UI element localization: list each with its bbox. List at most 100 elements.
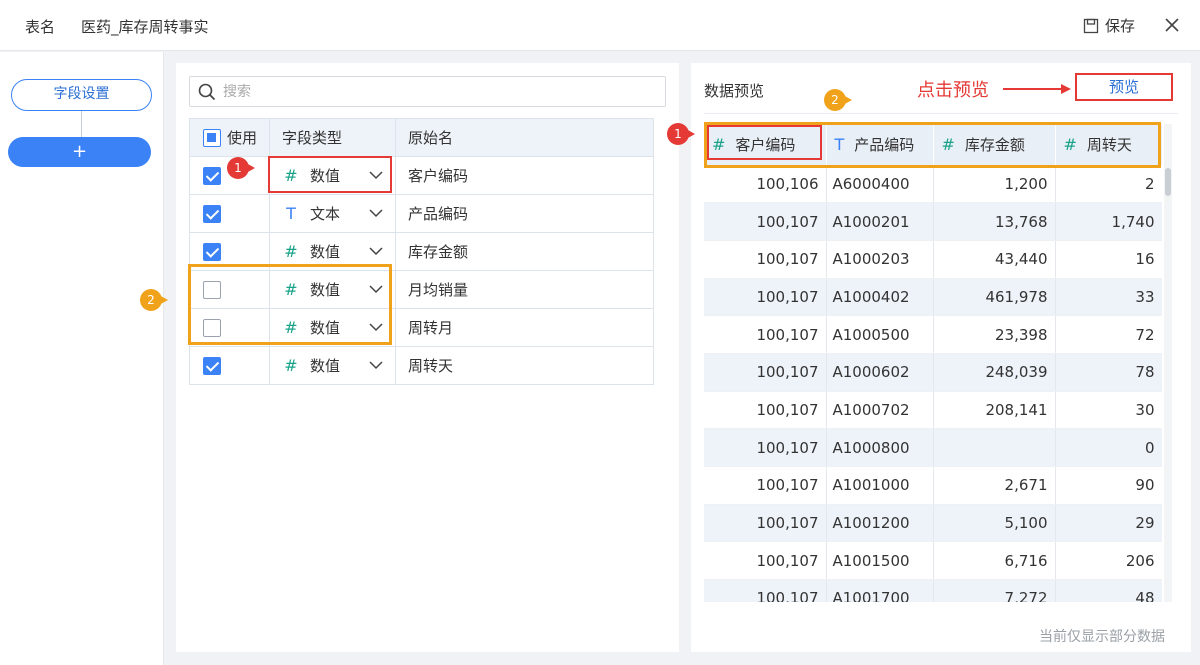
number-icon: # [284, 242, 298, 261]
use-checkbox[interactable] [203, 280, 221, 299]
number-icon: # [284, 318, 298, 337]
use-column-header: 使用 [189, 118, 270, 157]
arrow-right-icon [1003, 84, 1071, 94]
preview-column-header[interactable]: # 周转天 [1055, 124, 1162, 165]
use-checkbox[interactable] [203, 204, 221, 223]
preview-row: 100,107 A1000800 0 [704, 428, 1162, 467]
field-type-label: 数值 [310, 319, 341, 337]
top-bar: 表名 医药_库存周转事实 保存 [0, 0, 1200, 51]
chevron-down-icon [369, 285, 383, 294]
preview-cell: 30 [1055, 391, 1162, 430]
original-name-cell: 产品编码 [395, 194, 654, 233]
preview-cell: 0 [1055, 428, 1162, 467]
field-type-dropdown[interactable]: # 数值 [270, 310, 395, 346]
field-type-label: 数值 [310, 167, 341, 185]
preview-row: 100,107 A1000500 23,398 72 [704, 315, 1162, 354]
field-row: # 数值 月均销量 [189, 270, 654, 309]
preview-column-header[interactable]: # 客户编码 [704, 124, 827, 165]
preview-row: 100,107 A1000203 43,440 16 [704, 240, 1162, 279]
click-preview-hint: 点击预览 [917, 80, 989, 101]
preview-cell: 7,272 [933, 579, 1056, 602]
type-cell: # 数值 [269, 346, 396, 385]
field-settings-step[interactable]: 字段设置 [11, 79, 152, 111]
preview-cell: 100,107 [704, 391, 827, 430]
name-column-header: 原始名 [395, 118, 654, 157]
preview-grid[interactable]: # 客户编码 T 产品编码 # 库存金额 # 周转天 100,106 A6000400 1,200… [704, 124, 1162, 602]
preview-cell: 29 [1055, 504, 1162, 543]
preview-row: 100,107 A1000201 13,768 1,740 [704, 202, 1162, 241]
use-checkbox[interactable] [203, 356, 221, 375]
preview-row: 100,107 A1001200 5,100 29 [704, 504, 1162, 543]
step-sidebar: 字段设置 + [0, 52, 164, 665]
preview-cell: 100,107 [704, 353, 827, 392]
use-checkbox[interactable] [203, 166, 221, 185]
step-connector [81, 111, 82, 137]
select-all-checkbox[interactable] [203, 128, 221, 147]
preview-cell: 33 [1055, 278, 1162, 317]
preview-column-label: 客户编码 [735, 136, 796, 154]
preview-cell: 100,106 [704, 165, 827, 204]
chevron-down-icon [369, 209, 383, 218]
preview-cell: 1,740 [1055, 202, 1162, 241]
partial-data-note: 当前仅显示部分数据 [1039, 629, 1165, 645]
field-type-dropdown[interactable]: # 数值 [270, 158, 395, 194]
text-icon: T [286, 204, 296, 223]
field-row: # 数值 库存金额 [189, 232, 654, 271]
field-type-label: 文本 [310, 205, 341, 223]
field-settings-panel: 使用 字段类型 原始名 #数值客户编码T文本产品编码#数值库存金额#数值月均销量… [176, 63, 679, 652]
close-icon[interactable] [1162, 15, 1182, 35]
field-row: # 数值 周转月 [189, 308, 654, 347]
save-button[interactable]: 保存 [1083, 15, 1135, 36]
number-icon: # [284, 280, 298, 299]
search-box [189, 76, 666, 107]
preview-cell: A1001500 [826, 541, 934, 581]
number-icon: # [1063, 135, 1077, 154]
field-type-dropdown[interactable]: # 数值 [270, 234, 395, 270]
use-cell [189, 194, 270, 233]
table-name-value[interactable]: 医药_库存周转事实 [81, 16, 209, 37]
preview-cell: 100,107 [704, 466, 827, 505]
use-checkbox[interactable] [203, 242, 221, 261]
preview-row: 100,106 A6000400 1,200 2 [704, 165, 1162, 204]
preview-cell: 1,200 [933, 165, 1056, 204]
number-icon: # [284, 166, 298, 185]
preview-cell: A1001700 [826, 579, 934, 602]
preview-cell: A1000201 [826, 202, 934, 241]
preview-row: 100,107 A1001000 2,671 90 [704, 466, 1162, 505]
use-checkbox[interactable] [203, 318, 221, 337]
preview-row: 100,107 A1001700 7,272 48 [704, 579, 1162, 602]
preview-cell: 100,107 [704, 428, 827, 467]
fields-table: 使用 字段类型 原始名 # 数值 客户编码 T 文本 产品编码 # 数值 库存金额 # 数值 月均销量… [189, 118, 654, 385]
preview-cell: 13,768 [933, 202, 1056, 241]
fields-header-row: 使用 字段类型 原始名 [189, 118, 654, 157]
preview-column-header[interactable]: T 产品编码 [826, 124, 934, 165]
field-type-dropdown[interactable]: T 文本 [270, 196, 395, 232]
preview-cell: 43,440 [933, 240, 1056, 279]
search-input[interactable] [223, 80, 653, 104]
field-row: # 数值 周转天 [189, 346, 654, 385]
preview-cell [933, 428, 1056, 467]
preview-cell: 248,039 [933, 353, 1056, 392]
use-cell [189, 346, 270, 385]
preview-cell: 100,107 [704, 579, 827, 602]
preview-cell: 100,107 [704, 278, 827, 317]
scrollbar-thumb[interactable] [1165, 168, 1171, 196]
type-cell: # 数值 [269, 270, 396, 309]
preview-cell: 2 [1055, 165, 1162, 204]
preview-cell: 23,398 [933, 315, 1056, 354]
add-step-button[interactable]: + [8, 137, 151, 167]
chevron-down-icon [369, 323, 383, 332]
preview-column-header[interactable]: # 库存金额 [933, 124, 1056, 165]
preview-row: 100,107 A1001500 6,716 206 [704, 541, 1162, 581]
preview-cell: 208,141 [933, 391, 1056, 430]
preview-cell: 16 [1055, 240, 1162, 279]
divider [704, 113, 1178, 114]
preview-button[interactable]: 预览 [1075, 73, 1173, 101]
field-row: T 文本 产品编码 [189, 194, 654, 233]
field-type-dropdown[interactable]: # 数值 [270, 348, 395, 384]
preview-cell: 72 [1055, 315, 1162, 354]
preview-column-label: 库存金额 [964, 136, 1025, 154]
type-column-header: 字段类型 [269, 118, 396, 157]
search-icon [198, 83, 216, 101]
field-type-dropdown[interactable]: # 数值 [270, 272, 395, 308]
